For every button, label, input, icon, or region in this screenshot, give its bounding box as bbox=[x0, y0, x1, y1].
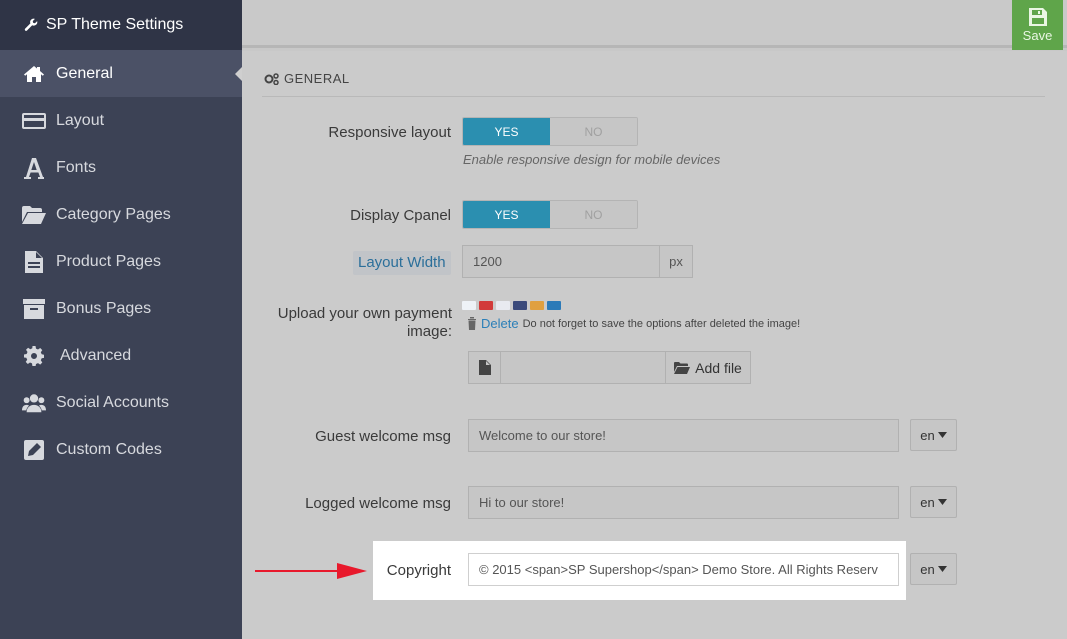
guest-welcome-input[interactable]: Welcome to our store! bbox=[468, 419, 899, 452]
delete-note: Do not forget to save the options after … bbox=[522, 317, 801, 330]
delete-link[interactable]: Delete bbox=[481, 316, 519, 331]
sidebar-item-label: Fonts bbox=[56, 158, 97, 176]
logged-lang-value: en bbox=[920, 494, 935, 510]
edit-icon bbox=[22, 439, 46, 461]
sidebar-item-custom-codes[interactable]: Custom Codes bbox=[0, 426, 242, 473]
sidebar-item-layout[interactable]: Layout bbox=[0, 97, 242, 144]
sidebar-nav: General Layout Fonts Category Pages Prod… bbox=[0, 50, 242, 473]
copyright-input[interactable]: © 2015 <span>SP Supershop</span> Demo St… bbox=[468, 553, 899, 586]
home-icon bbox=[22, 63, 46, 85]
card-icon bbox=[22, 110, 46, 132]
logged-welcome-input[interactable]: Hi to our store! bbox=[468, 486, 899, 519]
guest-lang-value: en bbox=[920, 427, 935, 443]
section-title-text: GENERAL bbox=[284, 71, 350, 86]
sidebar-item-fonts[interactable]: Fonts bbox=[0, 144, 242, 191]
sidebar-item-label: Bonus Pages bbox=[56, 299, 152, 317]
users-icon bbox=[22, 392, 46, 414]
top-toolbar: Save bbox=[242, 0, 1067, 50]
guest-welcome-label: Guest welcome msg bbox=[315, 428, 451, 445]
cpanel-yes-option[interactable]: YES bbox=[463, 201, 550, 228]
sidebar-item-label: Category Pages bbox=[56, 205, 171, 223]
delete-row: Delete Do not forget to save the options… bbox=[467, 316, 800, 331]
responsive-layout-label: Responsive layout bbox=[328, 124, 451, 141]
wrench-icon bbox=[24, 18, 38, 31]
font-icon bbox=[22, 157, 46, 179]
payment-methods-image bbox=[462, 301, 561, 310]
save-button[interactable]: Save bbox=[1012, 0, 1063, 50]
display-cpanel-toggle: YES NO bbox=[462, 200, 638, 229]
sidebar-item-advanced[interactable]: Advanced bbox=[0, 332, 242, 379]
responsive-yes-option[interactable]: YES bbox=[463, 118, 550, 145]
sidebar: SP Theme Settings General Layout Fonts C… bbox=[0, 0, 242, 639]
section-divider bbox=[262, 96, 1045, 97]
paypal-icon bbox=[462, 301, 476, 310]
sidebar-item-label: General bbox=[56, 64, 113, 82]
mastercard-icon bbox=[479, 301, 493, 310]
caret-down-icon bbox=[937, 432, 947, 438]
gear-icon bbox=[22, 345, 46, 367]
add-file-label: Add file bbox=[695, 359, 742, 376]
sidebar-item-label: Product Pages bbox=[56, 252, 161, 270]
folder-open-icon bbox=[674, 361, 691, 374]
file-name-input[interactable] bbox=[500, 351, 666, 384]
floppy-disk-icon bbox=[1028, 7, 1047, 26]
sidebar-item-category-pages[interactable]: Category Pages bbox=[0, 191, 242, 238]
file-icon bbox=[22, 250, 46, 273]
sidebar-item-product-pages[interactable]: Product Pages bbox=[0, 238, 242, 285]
add-file-button[interactable]: Add file bbox=[665, 351, 751, 384]
display-cpanel-label: Display Cpanel bbox=[350, 207, 451, 224]
cogs-icon bbox=[264, 72, 279, 85]
responsive-layout-toggle: YES NO bbox=[462, 117, 638, 146]
file-type-addon bbox=[468, 351, 501, 384]
logged-language-dropdown[interactable]: en bbox=[910, 486, 957, 518]
responsive-no-option[interactable]: NO bbox=[550, 118, 637, 145]
caret-down-icon bbox=[937, 566, 947, 572]
payment-label-line1: Upload your own payment bbox=[277, 305, 452, 322]
sidebar-item-general[interactable]: General bbox=[0, 50, 242, 97]
layout-width-label: Layout Width bbox=[353, 251, 451, 275]
copyright-lang-value: en bbox=[920, 561, 935, 577]
file-icon bbox=[478, 360, 491, 375]
copyright-label: Copyright bbox=[386, 562, 451, 579]
logged-welcome-label: Logged welcome msg bbox=[305, 495, 451, 512]
sidebar-title: SP Theme Settings bbox=[46, 16, 184, 33]
save-label: Save bbox=[1022, 27, 1053, 43]
layout-width-unit: px bbox=[659, 245, 693, 278]
copyright-language-dropdown[interactable]: en bbox=[910, 553, 957, 585]
sidebar-item-label: Layout bbox=[56, 111, 105, 129]
sidebar-header: SP Theme Settings bbox=[0, 0, 242, 50]
layout-width-input[interactable]: 1200 bbox=[462, 245, 660, 278]
sidebar-item-bonus-pages[interactable]: Bonus Pages bbox=[0, 285, 242, 332]
cpanel-no-option[interactable]: NO bbox=[550, 201, 637, 228]
payment-image-label: Upload your own payment image: bbox=[262, 305, 452, 340]
caret-down-icon bbox=[937, 499, 947, 505]
guest-language-dropdown[interactable]: en bbox=[910, 419, 957, 451]
sidebar-item-label: Social Accounts bbox=[56, 393, 169, 411]
folder-open-icon bbox=[22, 204, 46, 226]
amex-icon bbox=[547, 301, 561, 310]
sidebar-item-label: Custom Codes bbox=[56, 440, 162, 458]
sidebar-item-social-accounts[interactable]: Social Accounts bbox=[0, 379, 242, 426]
responsive-help-text: Enable responsive design for mobile devi… bbox=[463, 152, 721, 167]
visa-icon bbox=[496, 301, 510, 310]
discover-icon bbox=[530, 301, 544, 310]
section-title: GENERAL bbox=[264, 71, 350, 86]
archive-icon bbox=[22, 298, 46, 320]
trash-icon bbox=[468, 317, 476, 330]
payment-label-line2: image: bbox=[406, 323, 452, 340]
2co-icon bbox=[513, 301, 527, 310]
sidebar-item-label: Advanced bbox=[60, 346, 132, 364]
